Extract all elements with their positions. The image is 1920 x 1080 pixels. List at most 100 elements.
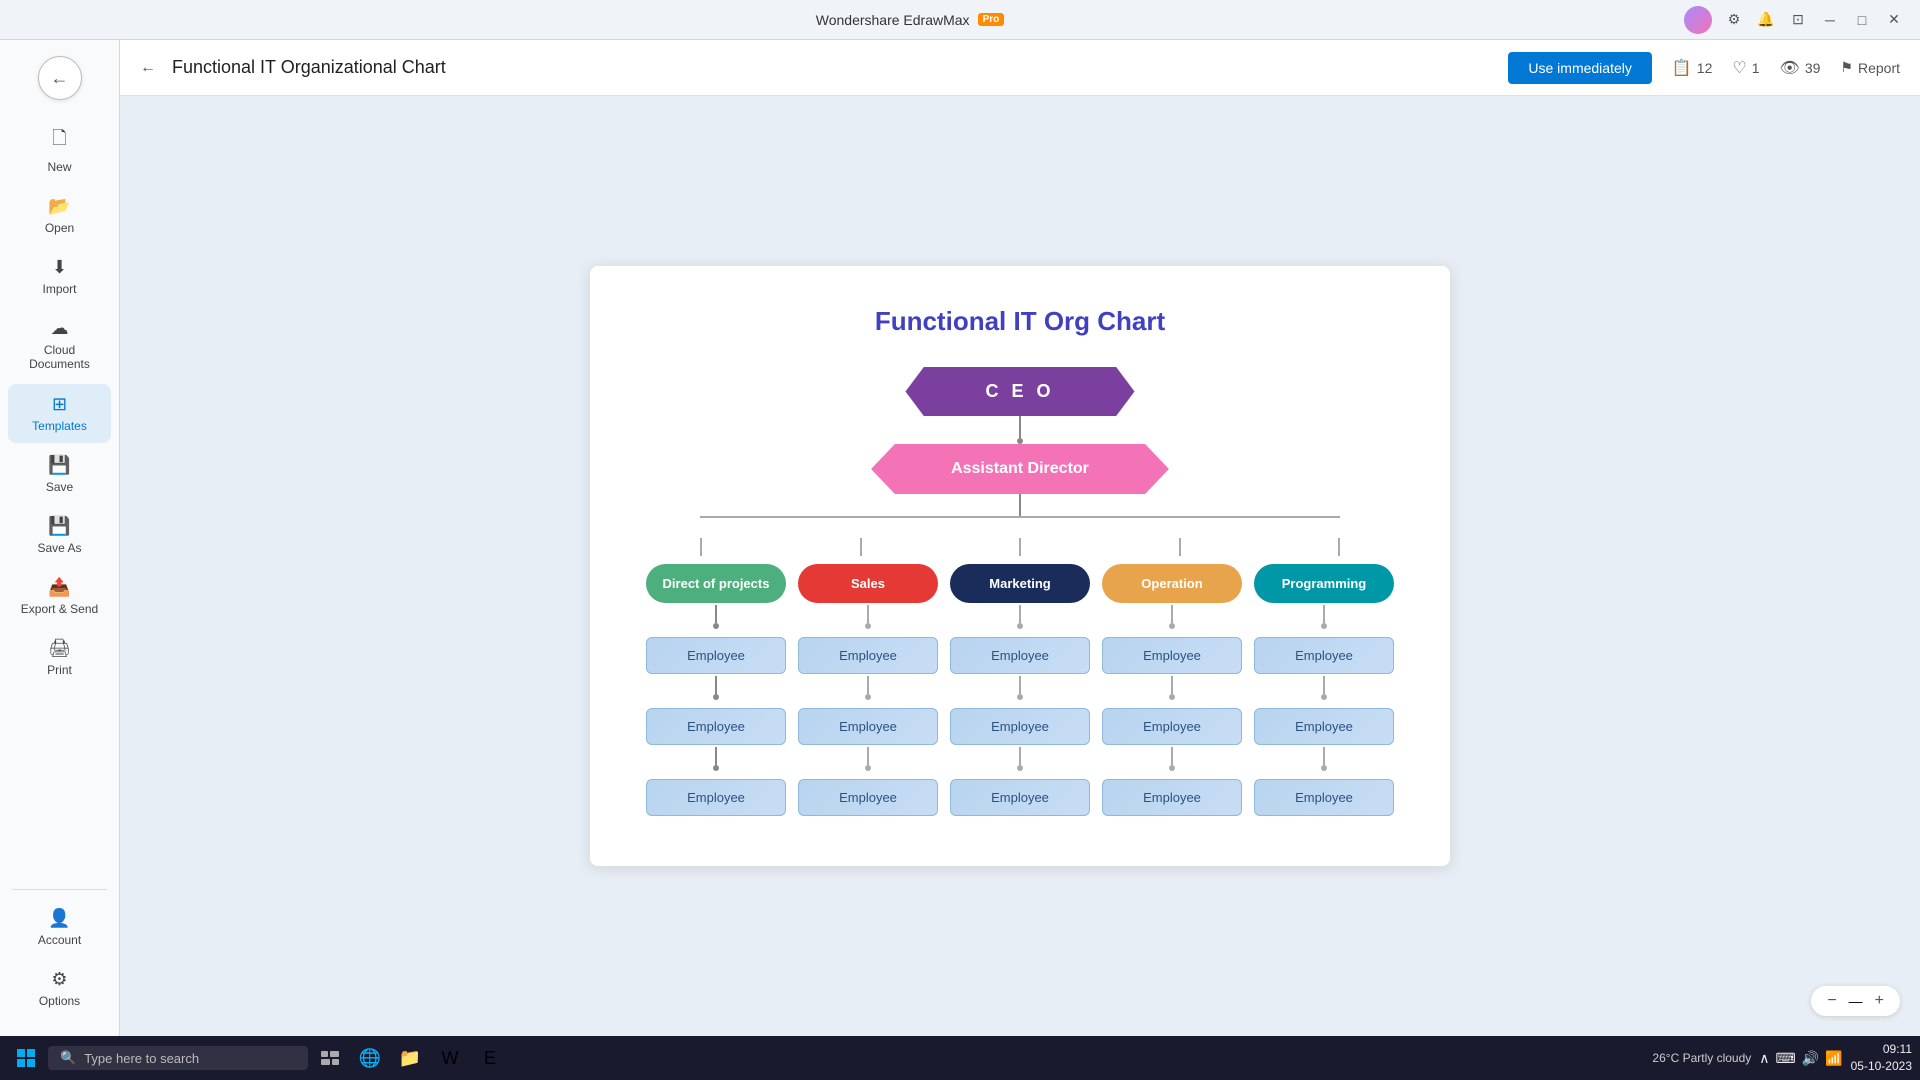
import-icon: ⬇	[52, 257, 67, 278]
emp-row1-connectors	[646, 605, 1394, 629]
dept-node-4: Programming	[1254, 564, 1394, 603]
sidebar-item-print[interactable]: 🖨 Print	[8, 628, 111, 687]
zoom-out-button[interactable]: −	[1827, 992, 1836, 1010]
taskbar-search-bar[interactable]: 🔍 Type here to search	[48, 1046, 308, 1070]
header-bar: ← Functional IT Organizational Chart Use…	[120, 40, 1920, 96]
minimize-button[interactable]: ─	[1820, 10, 1840, 30]
sidebar-back: ←	[0, 56, 119, 100]
vline-dept-3	[1179, 538, 1181, 556]
stat-likes: ♡ 1	[1732, 58, 1759, 78]
views-count: 39	[1805, 60, 1821, 76]
explorer-button[interactable]: 📁	[392, 1040, 428, 1076]
keyboard-icon[interactable]: ⌨	[1776, 1050, 1796, 1067]
sys-icons: ∧ ⌨ 🔊 📶	[1759, 1050, 1842, 1067]
stat-views: 👁 39	[1780, 58, 1821, 78]
sidebar-label-print: Print	[47, 663, 72, 677]
close-button[interactable]: ✕	[1884, 10, 1904, 30]
header-back-arrow[interactable]: ←	[140, 59, 156, 77]
templates-icon: ⊞	[52, 394, 67, 415]
vline-dept-1	[860, 538, 862, 556]
sidebar-item-new[interactable]: 🗋 New	[8, 116, 111, 184]
notification-icon[interactable]: 🔔	[1756, 10, 1776, 30]
report-button[interactable]: ⚑ Report	[1840, 59, 1900, 76]
dept-node-2: Marketing	[950, 564, 1090, 603]
dept-node-0: Direct of projects	[646, 564, 786, 603]
network-icon[interactable]: 📶	[1825, 1050, 1842, 1067]
copies-count: 12	[1697, 60, 1713, 76]
dept-vlines	[700, 516, 1340, 556]
sidebar-item-saveas[interactable]: 💾 Save As	[8, 506, 111, 565]
sidebar-label-save: Save	[46, 480, 73, 494]
title-bar-right: ⚙ 🔔 ⊡ ─ □ ✕	[1684, 6, 1904, 34]
settings-icon[interactable]: ⚙	[1724, 10, 1744, 30]
stat-copies: 📋 12	[1672, 58, 1713, 78]
emp-node-r3-4: Employee	[1254, 779, 1394, 816]
dept-label-2: Marketing	[989, 576, 1050, 591]
sidebar: ← 🗋 New 📂 Open ⬇ Import ☁ Cloud Document…	[0, 40, 120, 1036]
view-icon: 👁	[1780, 58, 1800, 78]
emp-node-r1-3: Employee	[1102, 637, 1242, 674]
hline-depts	[700, 516, 1340, 518]
sidebar-item-account[interactable]: 👤 Account	[8, 898, 111, 957]
vline-dept-4	[1338, 538, 1340, 556]
ceo-level: C E O	[905, 367, 1134, 416]
volume-icon[interactable]: 🔊	[1802, 1050, 1819, 1067]
like-icon: ♡	[1732, 58, 1746, 78]
emp-node-r3-0: Employee	[646, 779, 786, 816]
options-icon: ⚙	[51, 969, 67, 990]
edge-button[interactable]: 🌐	[352, 1040, 388, 1076]
back-button[interactable]: ←	[38, 56, 82, 100]
vline-dept-0	[700, 538, 702, 556]
emp-row-2: Employee Employee Employee Employee Empl…	[646, 708, 1394, 745]
dept-node-1: Sales	[798, 564, 938, 603]
sidebar-label-templates: Templates	[32, 419, 87, 433]
emp-node-r1-0: Employee	[646, 637, 786, 674]
sidebar-item-templates[interactable]: ⊞ Templates	[8, 384, 111, 443]
emp-node-r2-0: Employee	[646, 708, 786, 745]
clock-date: 05-10-2023	[1851, 1058, 1912, 1075]
emp-row-3: Employee Employee Employee Employee Empl…	[646, 779, 1394, 816]
copies-icon: 📋	[1672, 58, 1692, 78]
search-placeholder: Type here to search	[84, 1051, 199, 1066]
title-bar: Wondershare EdrawMax Pro ⚙ 🔔 ⊡ ─ □ ✕	[0, 0, 1920, 40]
sidebar-item-save[interactable]: 💾 Save	[8, 445, 111, 504]
taskbar-clock: 09:11 05-10-2023	[1851, 1041, 1912, 1075]
cloud-icon: ☁	[51, 318, 69, 339]
emp-node-r3-1: Employee	[798, 779, 938, 816]
emp-node-r1-4: Employee	[1254, 637, 1394, 674]
edrawmax-button[interactable]: E	[472, 1040, 508, 1076]
use-immediately-button[interactable]: Use immediately	[1508, 52, 1651, 84]
account-icon: 👤	[48, 908, 70, 929]
emp-node-r2-1: Employee	[798, 708, 938, 745]
zoom-bar: − — +	[1811, 986, 1900, 1016]
sidebar-label-new: New	[47, 160, 71, 174]
taskbar-right: 26°C Partly cloudy ∧ ⌨ 🔊 📶 09:11 05-10-2…	[1652, 1041, 1912, 1075]
saveas-icon: 💾	[48, 516, 70, 537]
maximize-button[interactable]: □	[1852, 10, 1872, 30]
sidebar-bottom: 👤 Account ⚙ Options	[0, 881, 119, 1020]
sidebar-label-import: Import	[42, 282, 76, 296]
org-chart: C E O Assistant Director	[630, 367, 1410, 816]
sidebar-item-options[interactable]: ⚙ Options	[8, 959, 111, 1018]
task-view-button[interactable]	[312, 1040, 348, 1076]
sidebar-divider	[12, 889, 107, 890]
zoom-in-button[interactable]: +	[1875, 992, 1884, 1010]
sidebar-item-import[interactable]: ⬇ Import	[8, 247, 111, 306]
sidebar-item-cloud[interactable]: ☁ Cloud Documents	[8, 308, 111, 382]
emp-node-r1-1: Employee	[798, 637, 938, 674]
sidebar-item-open[interactable]: 📂 Open	[8, 186, 111, 245]
sidebar-item-export[interactable]: 📤 Export & Send	[8, 567, 111, 626]
header-actions: Use immediately 📋 12 ♡ 1 👁 39 ⚑ Report	[1508, 52, 1900, 84]
zoom-value: —	[1849, 993, 1863, 1009]
share-icon[interactable]: ⊡	[1788, 10, 1808, 30]
chart-title: Functional IT Org Chart	[875, 306, 1165, 337]
chevron-icon[interactable]: ∧	[1759, 1050, 1769, 1067]
canvas-area: Functional IT Org Chart C E O Assistant …	[120, 96, 1920, 1036]
weather-info: 26°C Partly cloudy	[1652, 1051, 1751, 1065]
start-button[interactable]	[8, 1040, 44, 1076]
emp-node-r3-3: Employee	[1102, 779, 1242, 816]
emp-row3-connectors	[646, 747, 1394, 771]
word-button[interactable]: W	[432, 1040, 468, 1076]
new-icon: 🗋	[52, 126, 66, 156]
report-icon: ⚑	[1840, 59, 1853, 76]
